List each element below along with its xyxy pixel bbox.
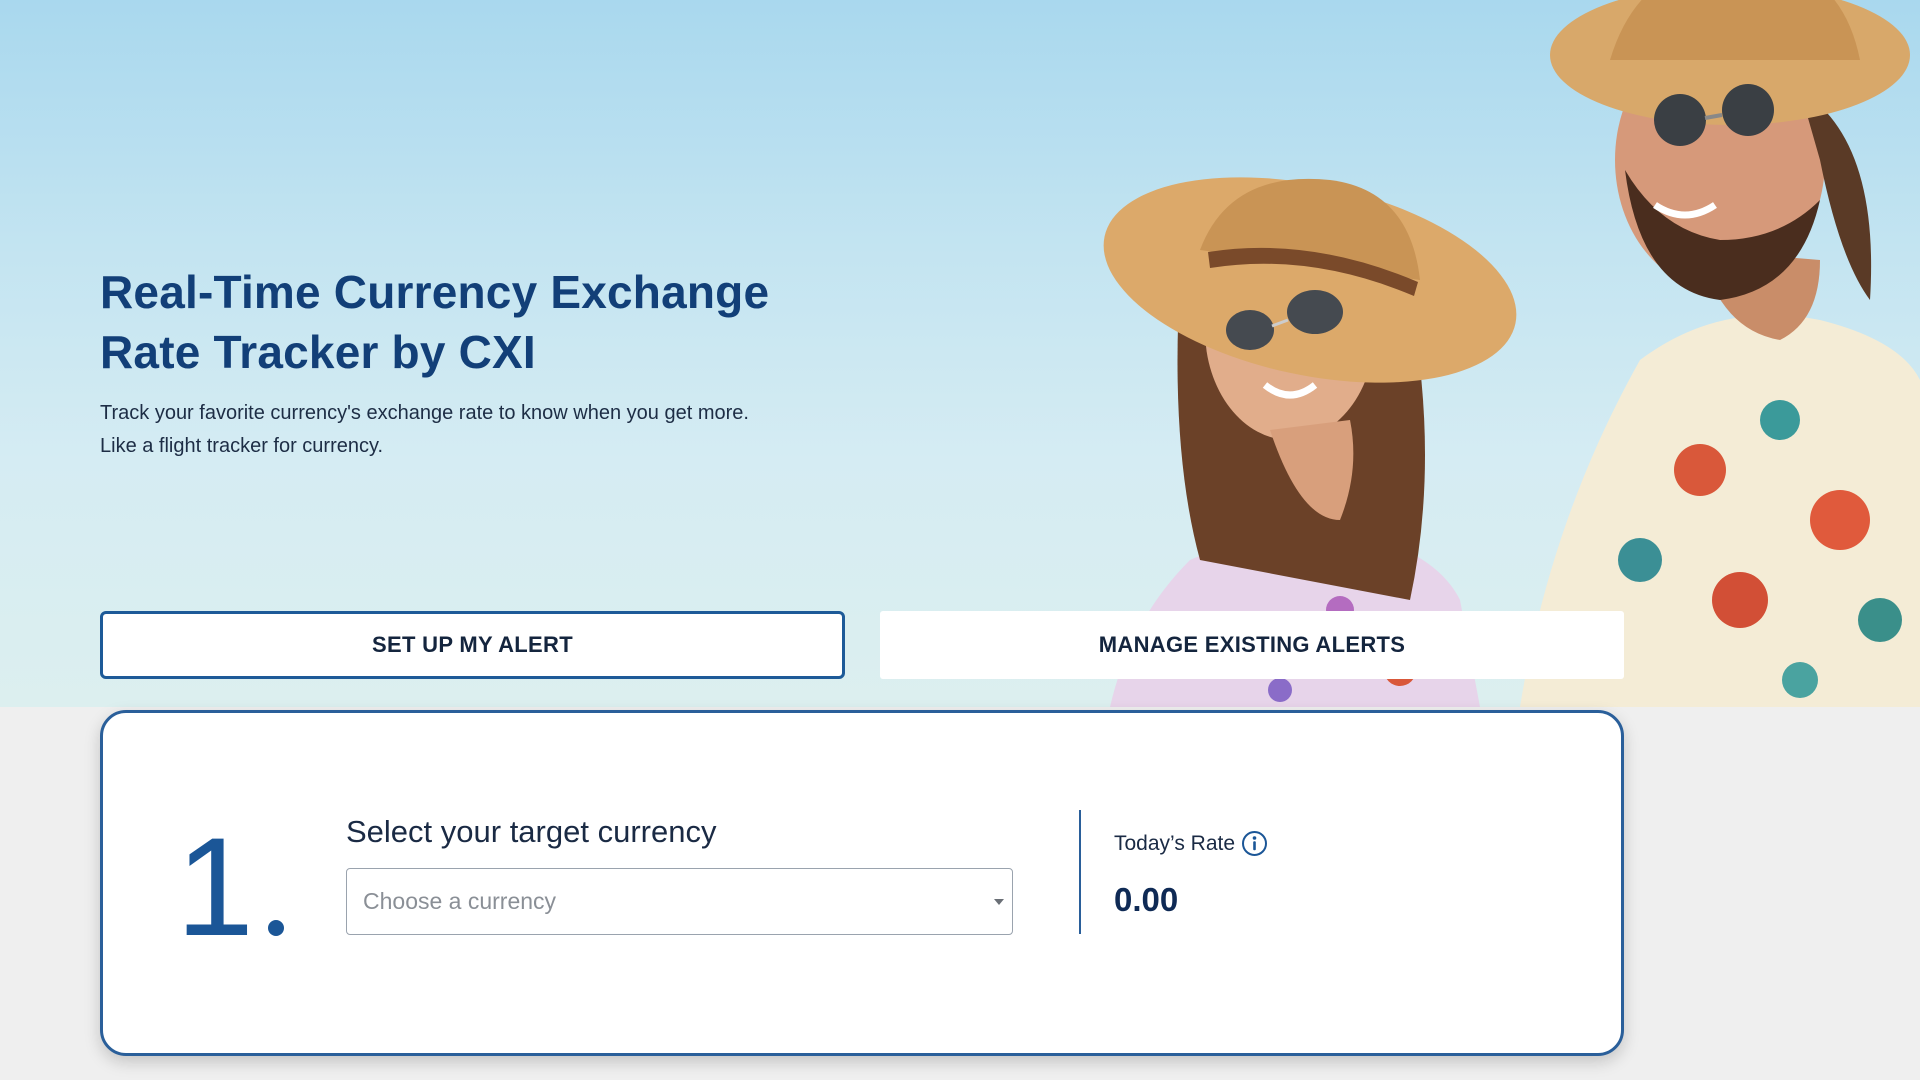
chevron-down-icon bbox=[994, 899, 1004, 905]
todays-rate-label: Today’s Rate bbox=[1114, 830, 1268, 857]
vertical-divider bbox=[1079, 810, 1081, 934]
todays-rate-value: 0.00 bbox=[1114, 881, 1179, 918]
currency-select[interactable]: Choose a currency bbox=[346, 868, 1013, 935]
hero-section: Real-Time Currency Exchange Rate Tracker… bbox=[0, 0, 1920, 707]
todays-rate-label-text: Today’s Rate bbox=[1114, 831, 1236, 855]
alert-step-card: 1 Select your target currency Choose a c… bbox=[100, 710, 1624, 1056]
currency-select-placeholder: Choose a currency bbox=[363, 888, 557, 914]
subtitle-line-2: Like a flight tracker for currency. bbox=[100, 435, 384, 457]
info-circle-icon[interactable] bbox=[1241, 830, 1268, 857]
page-title: Real-Time Currency Exchange Rate Tracker… bbox=[100, 266, 770, 378]
hero-image bbox=[1103, 0, 1920, 707]
tab-set-up-alert[interactable]: SET UP MY ALERT bbox=[100, 611, 845, 679]
page-subtitle: Track your favorite currency's exchange … bbox=[100, 397, 860, 463]
currency-select-label: Select your target currency bbox=[346, 814, 717, 849]
step-number: 1 bbox=[176, 808, 254, 965]
subtitle-line-1: Track your favorite currency's exchange … bbox=[100, 402, 749, 424]
step-number-dot bbox=[268, 920, 284, 936]
tab-manage-existing-alerts[interactable]: MANAGE EXISTING ALERTS bbox=[880, 611, 1624, 679]
